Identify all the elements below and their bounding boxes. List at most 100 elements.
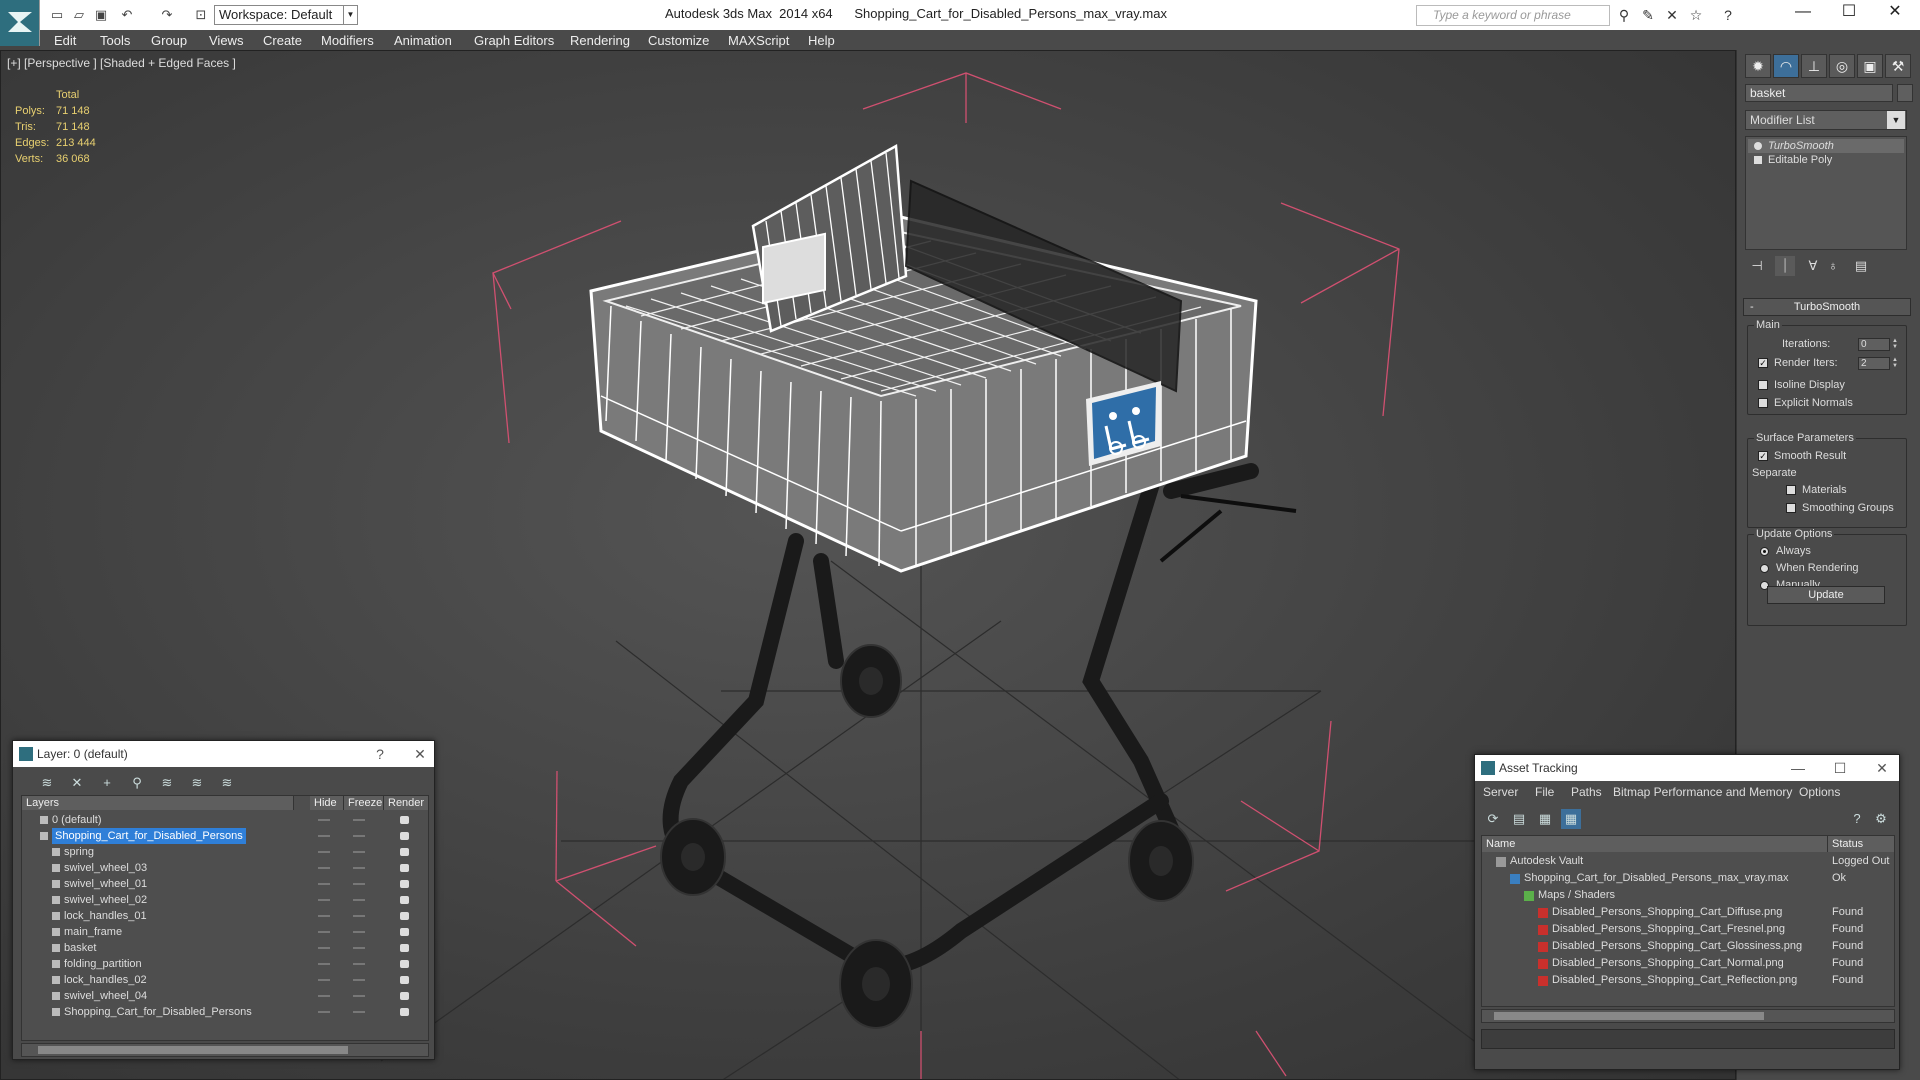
settings-icon[interactable]: ⚙ xyxy=(1871,809,1891,829)
render-teapot-icon[interactable] xyxy=(400,912,409,920)
when-rendering-radio[interactable] xyxy=(1760,564,1769,573)
iterations-spinner[interactable]: 0 xyxy=(1858,338,1890,351)
horizontal-scrollbar[interactable] xyxy=(21,1043,429,1057)
undo-icon[interactable]: ↶ xyxy=(118,6,136,24)
render-teapot-icon[interactable] xyxy=(400,944,409,952)
expand-icon[interactable] xyxy=(1754,156,1762,164)
stack-item-turbosmooth[interactable]: TurboSmooth xyxy=(1748,139,1904,153)
update-button[interactable]: Update xyxy=(1767,586,1885,604)
modifier-list-dropdown[interactable]: Modifier List xyxy=(1745,110,1907,130)
thumbnail-view-icon[interactable]: ▦ xyxy=(1535,809,1555,829)
redo-icon[interactable]: ↷ xyxy=(158,6,176,24)
binoculars-icon[interactable]: ⚲ xyxy=(1614,6,1634,24)
lightbulb-icon[interactable] xyxy=(1754,142,1762,150)
layer-row[interactable]: swivel_wheel_01 xyxy=(22,876,428,892)
layer-row[interactable]: 0 (default) xyxy=(22,812,428,828)
render-teapot-icon[interactable] xyxy=(400,976,409,984)
smooth-result-checkbox[interactable]: ✓ xyxy=(1758,451,1768,461)
chevron-down-icon[interactable]: ▼ xyxy=(1887,111,1905,129)
menu-modifiers[interactable]: Modifiers xyxy=(321,33,374,48)
asset-menu-options[interactable]: Options xyxy=(1799,785,1840,799)
layer-row-name[interactable]: Shopping_Cart_for_Disabled_Persons xyxy=(52,828,246,844)
menu-maxscript[interactable]: MAXScript xyxy=(728,33,789,48)
hide-toggle[interactable] xyxy=(318,1011,330,1013)
menu-customize[interactable]: Customize xyxy=(648,33,709,48)
menu-graph-editors[interactable]: Graph Editors xyxy=(474,33,554,48)
menu-tools[interactable]: Tools xyxy=(100,33,130,48)
layer-row-name[interactable]: spring xyxy=(64,844,94,860)
create-tab-icon[interactable]: ✹ xyxy=(1745,54,1771,78)
layer-row-name[interactable]: swivel_wheel_03 xyxy=(64,860,147,876)
render-teapot-icon[interactable] xyxy=(400,880,409,888)
render-teapot-icon[interactable] xyxy=(400,816,409,824)
menu-create[interactable]: Create xyxy=(263,33,302,48)
asset-menu-file[interactable]: File xyxy=(1535,785,1554,799)
collapse-icon[interactable]: - xyxy=(1750,299,1754,315)
hide-toggle[interactable] xyxy=(318,947,330,949)
minimize-button[interactable]: — xyxy=(1783,755,1813,781)
layer-row-name[interactable]: 0 (default) xyxy=(52,812,102,828)
asset-menu-server[interactable]: Server xyxy=(1483,785,1518,799)
hide-toggle[interactable] xyxy=(318,915,330,917)
remove-modifier-icon[interactable]: ♁ xyxy=(1823,256,1843,276)
layer-row[interactable]: swivel_wheel_03 xyxy=(22,860,428,876)
asset-row[interactable]: Disabled_Persons_Shopping_Cart_Reflectio… xyxy=(1482,972,1894,989)
turbosmooth-rollout-header[interactable]: - TurboSmooth xyxy=(1743,298,1911,316)
display-tab-icon[interactable]: ▣ xyxy=(1857,54,1883,78)
layer-row[interactable]: folding_partition xyxy=(22,956,428,972)
hide-toggle[interactable] xyxy=(318,963,330,965)
menu-group[interactable]: Group xyxy=(151,33,187,48)
add-to-layer-icon[interactable]: + xyxy=(97,773,117,793)
table-view-icon[interactable]: ▦ xyxy=(1561,809,1581,829)
render-iters-checkbox[interactable]: ✓ xyxy=(1758,358,1768,368)
viewport-label[interactable]: [+] [Perspective ] [Shaded + Edged Faces… xyxy=(7,56,236,70)
asset-row[interactable]: Disabled_Persons_Shopping_Cart_Glossines… xyxy=(1482,938,1894,955)
subscription-icon[interactable]: ✎ xyxy=(1638,6,1658,24)
spinner-arrows-icon[interactable]: ▲ ▼ xyxy=(1892,357,1900,370)
asset-row[interactable]: Autodesk Vault Logged Out xyxy=(1482,853,1894,870)
layer-row[interactable]: Shopping_Cart_for_Disabled_Persons xyxy=(22,828,428,844)
render-teapot-icon[interactable] xyxy=(400,896,409,904)
select-objects-icon[interactable]: ⚲ xyxy=(127,773,147,793)
layer-row[interactable]: Shopping_Cart_for_Disabled_Persons xyxy=(22,1004,428,1020)
column-header-name[interactable]: Name xyxy=(1482,836,1828,852)
always-radio[interactable] xyxy=(1760,547,1769,556)
isoline-display-checkbox[interactable] xyxy=(1758,380,1768,390)
maximize-button[interactable]: ☐ xyxy=(1826,0,1872,26)
hide-toggle[interactable] xyxy=(318,867,330,869)
layer-row-name[interactable]: swivel_wheel_01 xyxy=(64,876,147,892)
render-iters-spinner[interactable]: 2 xyxy=(1858,357,1890,370)
freeze-toggle[interactable] xyxy=(353,915,365,917)
explicit-normals-checkbox[interactable] xyxy=(1758,398,1768,408)
freeze-toggle[interactable] xyxy=(353,819,365,821)
close-button[interactable]: ✕ xyxy=(1872,0,1918,26)
layer-row[interactable]: basket xyxy=(22,940,428,956)
hide-toggle[interactable] xyxy=(318,979,330,981)
menu-edit[interactable]: Edit xyxy=(54,33,76,48)
hide-toggle[interactable] xyxy=(318,883,330,885)
spinner-arrows-icon[interactable]: ▲ ▼ xyxy=(1892,338,1900,351)
layer-row-name[interactable]: lock_handles_02 xyxy=(64,972,147,988)
asset-row[interactable]: Disabled_Persons_Shopping_Cart_Fresnel.p… xyxy=(1482,921,1894,938)
render-teapot-icon[interactable] xyxy=(400,960,409,968)
menu-views[interactable]: Views xyxy=(209,33,243,48)
hide-toggle[interactable] xyxy=(318,851,330,853)
configure-modifier-sets-icon[interactable]: ▤ xyxy=(1851,256,1871,276)
column-header-layers[interactable]: Layers xyxy=(22,796,294,810)
layer-row-name[interactable]: lock_handles_01 xyxy=(64,908,147,924)
freeze-toggle[interactable] xyxy=(353,963,365,965)
column-header-freeze[interactable]: Freeze xyxy=(344,796,384,810)
render-teapot-icon[interactable] xyxy=(400,832,409,840)
layer-row-name[interactable]: folding_partition xyxy=(64,956,142,972)
render-teapot-icon[interactable] xyxy=(400,848,409,856)
column-header-hide[interactable]: Hide xyxy=(310,796,344,810)
object-name-field[interactable]: basket xyxy=(1745,84,1893,102)
asset-row[interactable]: Disabled_Persons_Shopping_Cart_Diffuse.p… xyxy=(1482,904,1894,921)
layer-row[interactable]: main_frame xyxy=(22,924,428,940)
freeze-toggle[interactable] xyxy=(353,851,365,853)
layer-row-name[interactable]: basket xyxy=(64,940,96,956)
refresh-icon[interactable]: ⟳ xyxy=(1483,809,1503,829)
hide-toggle[interactable] xyxy=(318,899,330,901)
search-input[interactable]: Type a keyword or phrase xyxy=(1416,5,1610,26)
hide-all-layers-icon[interactable]: ≋ xyxy=(187,773,207,793)
